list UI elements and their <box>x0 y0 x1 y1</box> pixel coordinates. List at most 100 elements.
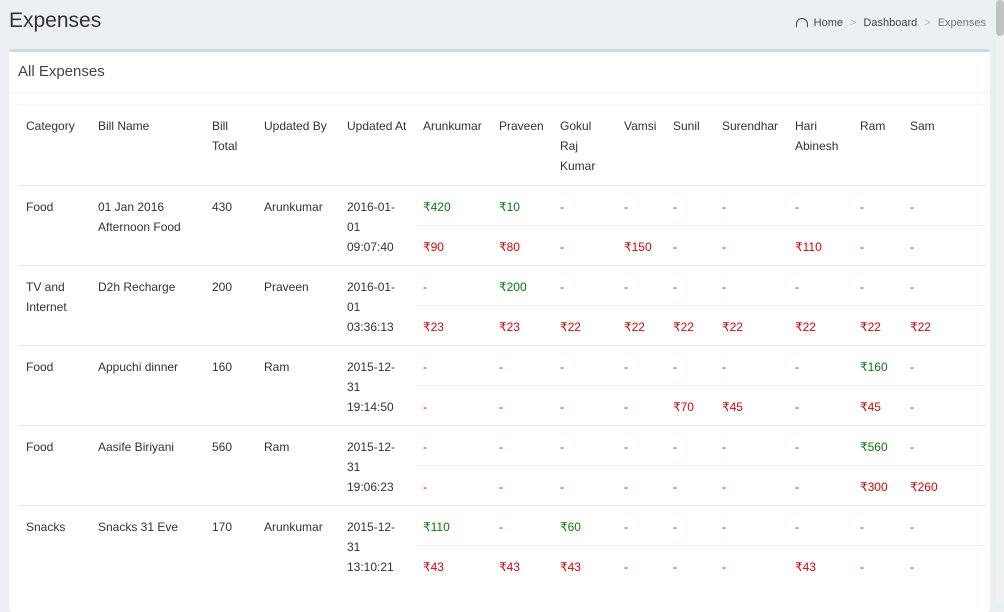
paid-amount-cell: - <box>665 425 714 466</box>
cell-updated-at: 2016-01-01 09:07:40 <box>339 185 415 266</box>
paid-amount-cell: - <box>491 505 552 546</box>
column-header: Sunil <box>665 104 714 186</box>
paid-amount-cell: - <box>552 425 616 466</box>
paid-amount-cell: - <box>714 345 787 386</box>
share-amount-cell: - <box>852 225 902 266</box>
share-amount-cell: ₹22 <box>552 305 616 346</box>
paid-amount-cell: - <box>902 185 986 226</box>
expense-row: Food Aasife Biriyani 560 Ram 2015-12-31 19:0… <box>18 425 986 506</box>
share-amount-cell: ₹22 <box>852 305 902 346</box>
cell-updated-at: 2016-01-01 03:36:13 <box>339 265 415 346</box>
paid-amount-cell: - <box>852 505 902 546</box>
share-amount-cell: - <box>902 545 986 586</box>
expense-row: Food Appuchi dinner 160 Ram 2015-12-31 19:14… <box>18 345 986 426</box>
page-scrollbar[interactable] <box>996 0 1004 603</box>
paid-amount-cell: - <box>616 185 665 226</box>
dashboard-icon <box>795 17 808 27</box>
paid-amount-cell: - <box>415 265 491 306</box>
share-amount-cell: ₹22 <box>714 305 787 346</box>
share-amount-cell: ₹22 <box>787 305 852 346</box>
share-amount-cell: ₹300 <box>852 465 902 506</box>
share-amount-cell: ₹70 <box>665 385 714 426</box>
expenses-table: Category Bill Name Bill Total Updated By Upd… <box>18 104 986 586</box>
cell-category: Food <box>18 425 90 506</box>
cell-bill-name: 01 Jan 2016 Afternoon Food <box>90 185 204 266</box>
share-amount-cell: - <box>714 225 787 266</box>
paid-amount-cell: ₹60 <box>552 505 616 546</box>
cell-updated-at: 2015-12-31 19:14:50 <box>339 345 415 426</box>
share-amount-cell: - <box>491 465 552 506</box>
expenses-box: All Expenses Category Bill Name Bill Total… <box>9 49 990 612</box>
cell-bill-total: 200 <box>204 265 256 346</box>
share-amount-cell: ₹110 <box>787 225 852 266</box>
column-header: Category <box>18 104 90 186</box>
share-amount-cell: - <box>415 465 491 506</box>
box-title: All Expenses <box>18 63 105 80</box>
paid-amount-cell: - <box>787 425 852 466</box>
cell-updated-by: Arunkumar <box>256 505 339 586</box>
breadcrumb-home-link[interactable]: Home <box>814 17 843 29</box>
paid-amount-cell: - <box>415 425 491 466</box>
share-amount-cell: ₹23 <box>415 305 491 346</box>
cell-bill-total: 560 <box>204 425 256 506</box>
column-header: Updated By <box>256 104 339 186</box>
paid-amount-cell: ₹560 <box>852 425 902 466</box>
cell-bill-name: D2h Recharge <box>90 265 204 346</box>
share-amount-cell: - <box>852 545 902 586</box>
share-amount-cell: - <box>552 465 616 506</box>
paid-amount-cell: - <box>415 345 491 386</box>
column-header: Hari Abinesh <box>787 104 852 186</box>
paid-amount-cell: - <box>714 265 787 306</box>
paid-amount-cell: - <box>616 265 665 306</box>
paid-amount-cell: - <box>552 265 616 306</box>
cell-bill-name: Appuchi dinner <box>90 345 204 426</box>
share-amount-cell: ₹43 <box>491 545 552 586</box>
column-header: Surendhar <box>714 104 787 186</box>
cell-updated-by: Ram <box>256 425 339 506</box>
paid-amount-cell: - <box>787 505 852 546</box>
cell-bill-total: 430 <box>204 185 256 266</box>
share-amount-cell: - <box>616 545 665 586</box>
paid-amount-cell: ₹420 <box>415 185 491 226</box>
paid-amount-cell: - <box>902 425 986 466</box>
column-header: Arunkumar <box>415 104 491 186</box>
paid-amount-cell: ₹10 <box>491 185 552 226</box>
breadcrumb-separator: > <box>924 17 931 29</box>
cell-bill-name: Aasife Biriyani <box>90 425 204 506</box>
paid-amount-cell: - <box>714 505 787 546</box>
table-header-row: Category Bill Name Bill Total Updated By Upd… <box>18 104 986 186</box>
share-amount-cell: - <box>616 465 665 506</box>
expense-row: TV and Internet D2h Recharge 200 Praveen 201… <box>18 265 986 346</box>
box-header: All Expenses <box>9 52 990 93</box>
breadcrumb-current: Expenses <box>937 17 986 29</box>
share-amount-cell: - <box>714 545 787 586</box>
share-amount-cell: ₹90 <box>415 225 491 266</box>
share-amount-cell: ₹22 <box>902 305 986 346</box>
share-amount-cell: ₹45 <box>714 385 787 426</box>
cell-bill-total: 170 <box>204 505 256 586</box>
scrollbar-thumb[interactable] <box>996 0 1004 36</box>
column-header: Updated At <box>339 104 415 186</box>
share-amount-cell: ₹80 <box>491 225 552 266</box>
paid-amount-cell: - <box>552 185 616 226</box>
share-amount-cell: - <box>616 385 665 426</box>
expense-row: Food 01 Jan 2016 Afternoon Food 430 Arunkum… <box>18 185 986 266</box>
column-header: Gokul Raj Kumar <box>552 104 616 186</box>
column-header: Bill Name <box>90 104 204 186</box>
paid-amount-cell: - <box>787 265 852 306</box>
paid-amount-cell: - <box>787 345 852 386</box>
cell-category: Snacks <box>18 505 90 586</box>
share-amount-cell: - <box>552 225 616 266</box>
paid-amount-cell: - <box>665 185 714 226</box>
paid-amount-cell: - <box>902 505 986 546</box>
paid-amount-cell: ₹200 <box>491 265 552 306</box>
breadcrumb-dashboard-link[interactable]: Dashboard <box>863 17 917 29</box>
paid-amount-cell: - <box>852 185 902 226</box>
paid-amount-cell: - <box>852 265 902 306</box>
share-amount-cell: ₹23 <box>491 305 552 346</box>
paid-amount-cell: - <box>665 505 714 546</box>
cell-category: Food <box>18 185 90 266</box>
share-amount-cell: - <box>787 385 852 426</box>
share-amount-cell: - <box>902 225 986 266</box>
paid-amount-cell: - <box>714 185 787 226</box>
